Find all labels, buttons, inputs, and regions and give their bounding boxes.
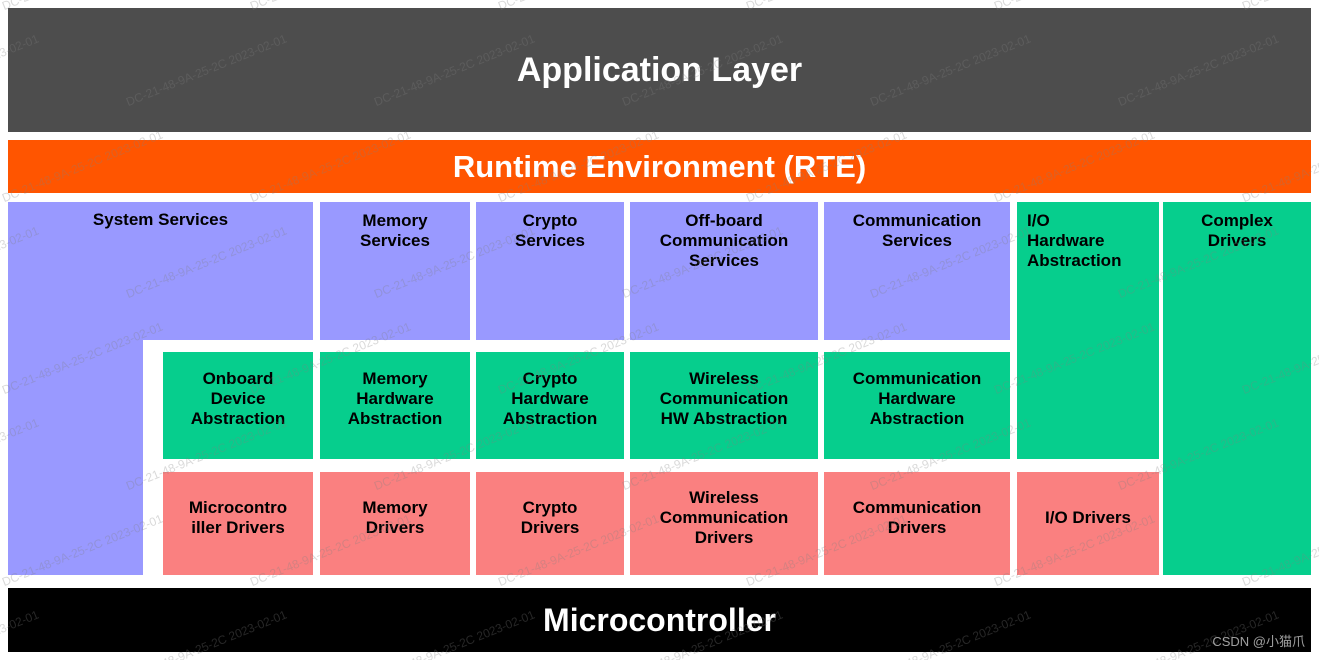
microcontroller-drivers-label: Microcontro iller Drivers [188,498,288,538]
communication-drivers-label: Communication Drivers [852,498,982,538]
rte-layer-banner: Runtime Environment (RTE) [8,140,1311,193]
communication-services-label: Communication Services [852,211,982,251]
block-wireless-communication-drivers: Wireless Communication Drivers [630,472,818,575]
block-onboard-device-abstraction: Onboard Device Abstraction [163,352,313,459]
block-io-drivers: I/O Drivers [1017,472,1159,575]
block-microcontroller-drivers: Microcontro iller Drivers [163,472,313,575]
block-crypto-drivers: Crypto Drivers [476,472,624,575]
microcontroller-layer-banner: Microcontroller [8,588,1311,652]
memory-hardware-abstraction-label: Memory Hardware Abstraction [347,369,443,429]
block-communication-hardware-abstraction: Communication Hardware Abstraction [824,352,1010,459]
communication-hardware-abstraction-label: Communication Hardware Abstraction [852,369,982,429]
memory-services-label: Memory Services [360,211,430,251]
application-layer-label: Application Layer [516,50,803,89]
block-wireless-communication-hw-abstraction: Wireless Communication HW Abstraction [630,352,818,459]
memory-drivers-label: Memory Drivers [362,498,428,538]
block-memory-services: Memory Services [320,202,470,340]
wireless-communication-hw-abstraction-label: Wireless Communication HW Abstraction [659,369,789,429]
block-communication-services: Communication Services [824,202,1010,340]
block-communication-drivers: Communication Drivers [824,472,1010,575]
application-layer-banner: Application Layer [8,8,1311,132]
crypto-drivers-label: Crypto Drivers [520,498,580,538]
block-crypto-services: Crypto Services [476,202,624,340]
crypto-services-label: Crypto Services [515,211,585,251]
io-drivers-label: I/O Drivers [1045,508,1131,527]
block-offboard-communication-services: Off-board Communication Services [630,202,818,340]
autosar-architecture-diagram: DC-21-48-9A-25-2C 2023-02-01DC-21-48-9A-… [0,0,1319,660]
block-complex-drivers: Complex Drivers [1163,202,1311,575]
rte-layer-label: Runtime Environment (RTE) [452,148,867,184]
wireless-communication-drivers-label: Wireless Communication Drivers [659,488,789,548]
offboard-communication-services-label: Off-board Communication Services [659,211,789,271]
io-hardware-abstraction-label: I/O Hardware Abstraction [1027,211,1122,271]
onboard-device-abstraction-label: Onboard Device Abstraction [190,369,286,429]
microcontroller-layer-label: Microcontroller [543,601,776,638]
crypto-hardware-abstraction-label: Crypto Hardware Abstraction [502,369,598,429]
block-crypto-hardware-abstraction: Crypto Hardware Abstraction [476,352,624,459]
block-memory-hardware-abstraction: Memory Hardware Abstraction [320,352,470,459]
block-memory-drivers: Memory Drivers [320,472,470,575]
block-io-hardware-abstraction: I/O Hardware Abstraction [1017,202,1159,459]
complex-drivers-label: Complex Drivers [1201,211,1273,251]
csdn-credit: CSDN @小猫爪 [1212,634,1305,649]
system-services-label: System Services [92,210,229,229]
